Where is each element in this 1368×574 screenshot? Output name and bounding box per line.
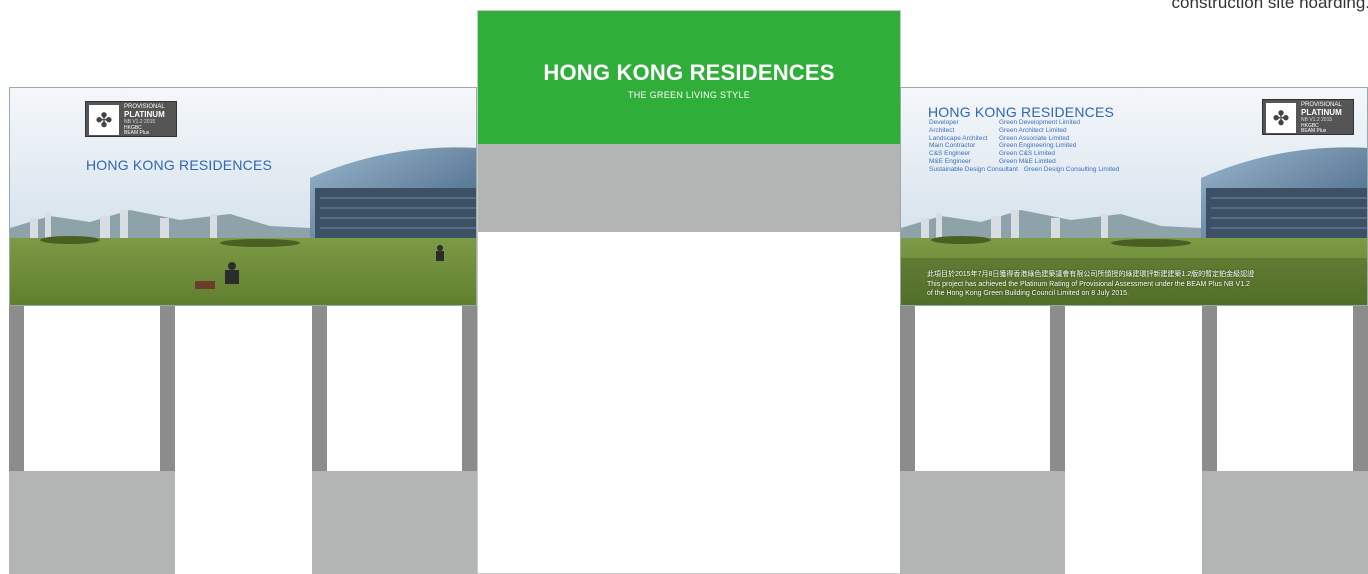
- support-post: [1202, 306, 1217, 471]
- credit-row: Developer Green Development Limited: [929, 119, 1080, 126]
- beam-plus-logo: ✤ PROVISIONAL PLATINUM NB V1.2 2015 HKGB…: [1262, 99, 1354, 135]
- pinwheel-icon: ✤: [1265, 102, 1297, 134]
- credit-row: Main Contractor Green Engineering Limite…: [929, 142, 1077, 150]
- support-post: [9, 306, 24, 471]
- support-post: [900, 306, 915, 471]
- credit-row: C&S Engineer Green C&S Limited: [929, 150, 1055, 158]
- right-hoarding-board: HONG KONG RESIDENCES Developer Green Dev…: [900, 87, 1368, 306]
- grey-base-panel: [312, 471, 477, 574]
- grey-base-panel: [1202, 471, 1368, 574]
- center-green-header: HONG KONG RESIDENCES THE GREEN LIVING ST…: [478, 11, 900, 144]
- logo-line2: PLATINUM: [124, 110, 165, 119]
- achievement-line-en1: This project has achieved the Platinum R…: [927, 280, 1250, 288]
- logo-line5: BEAM Plus: [1301, 128, 1327, 134]
- left-board-title: HONG KONG RESIDENCES: [86, 157, 273, 173]
- credit-row: Landscape Architect Green Associate Limi…: [929, 134, 1070, 142]
- credit-row: Architect Green Architect Limited: [929, 126, 1067, 134]
- center-subtitle: THE GREEN LIVING STYLE: [627, 90, 751, 100]
- support-post: [1050, 306, 1065, 471]
- achievement-line-zh: 此項目於2015年7月8日獲得香港綠色建築議會有限公司所頒授的綠建環評新建建築1…: [927, 271, 1255, 278]
- left-hoarding-board: ✤ PROVISIONAL PLATINUM NB V1.2 2015 HKGB…: [9, 87, 477, 306]
- achievement-line-en2: of the Hong Kong Green Building Council …: [927, 290, 1129, 297]
- logo-line2: PLATINUM: [1301, 108, 1342, 117]
- logo-line5: BEAM Plus: [124, 130, 150, 136]
- support-post: [160, 306, 175, 471]
- grey-base-panel: [900, 471, 1065, 574]
- caption-text: construction site hoarding.: [1171, 0, 1368, 12]
- pinwheel-icon: ✤: [88, 104, 120, 136]
- support-post: [462, 306, 477, 471]
- center-title: HONG KONG RESIDENCES: [543, 60, 835, 85]
- credit-row: Sustainable Design Consultant Green Desi…: [929, 165, 1120, 173]
- left-landscape-image: [10, 88, 476, 305]
- credits-list: Developer Green Development Limited Arch…: [929, 99, 1119, 174]
- beam-plus-logo: ✤ PROVISIONAL PLATINUM NB V1.2 2015 HKGB…: [85, 101, 177, 137]
- center-hoarding-board: HONG KONG RESIDENCES THE GREEN LIVING ST…: [477, 10, 901, 574]
- grey-base-panel: [9, 471, 175, 574]
- achievement-statement: 此項目於2015年7月8日獲得香港綠色建築議會有限公司所頒授的綠建環評新建建築1…: [927, 270, 1254, 299]
- support-post: [1353, 306, 1368, 471]
- support-post: [312, 306, 327, 471]
- center-grey-band: [478, 144, 900, 232]
- credit-row: M&E Engineer Green M&E Limited: [929, 157, 1056, 165]
